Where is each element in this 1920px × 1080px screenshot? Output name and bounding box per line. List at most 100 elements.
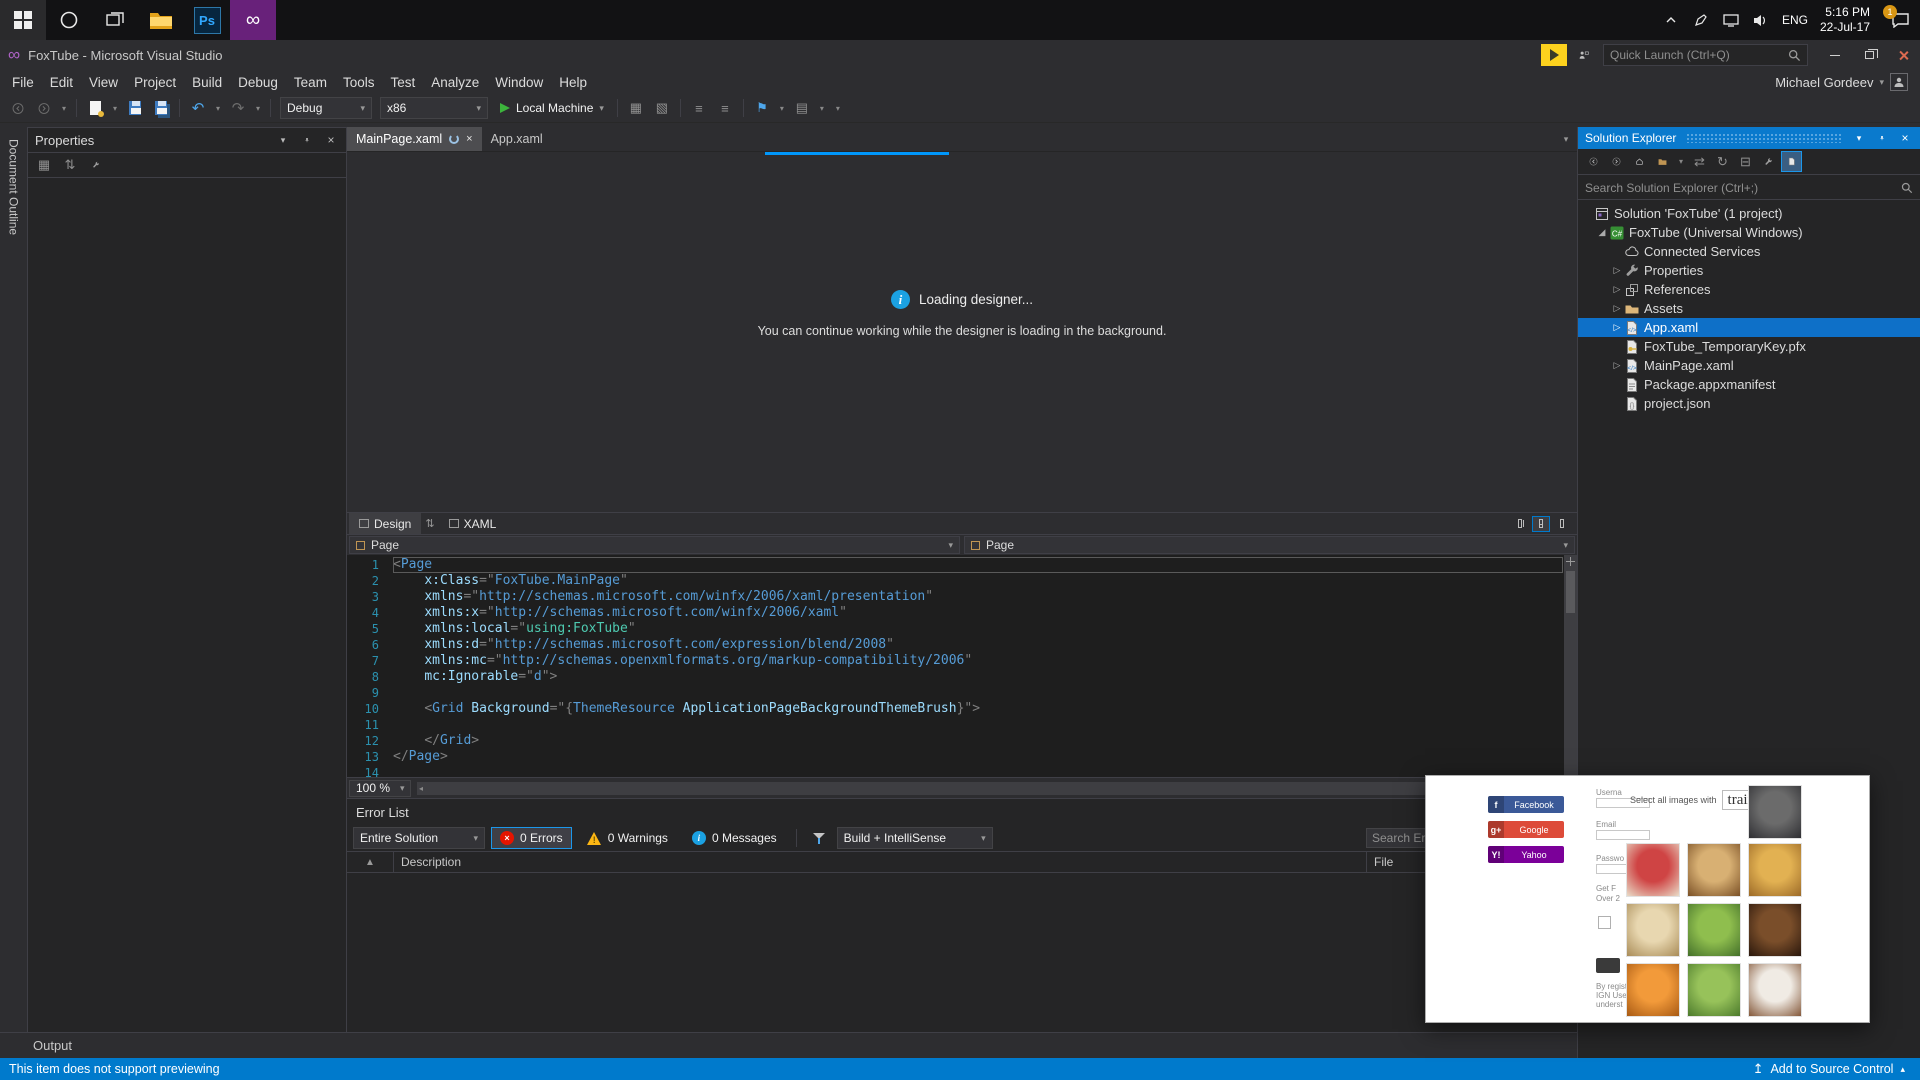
task-view-button[interactable] bbox=[92, 0, 138, 40]
code-line[interactable]: 9 bbox=[347, 685, 1577, 701]
undo-button[interactable]: ↶ bbox=[186, 96, 210, 120]
action-center-button[interactable]: 1 bbox=[1880, 0, 1920, 40]
se-collapse-all-button[interactable]: ⊟ bbox=[1735, 151, 1756, 172]
tray-display-button[interactable] bbox=[1716, 0, 1746, 40]
description-column-header[interactable]: Description bbox=[393, 852, 1366, 872]
file-explorer-button[interactable] bbox=[138, 0, 184, 40]
captcha-tile-coffee-beans[interactable] bbox=[1748, 903, 1802, 957]
errors-filter-button[interactable]: × 0 Errors bbox=[491, 827, 572, 849]
comment-button[interactable]: ▤ bbox=[790, 96, 814, 120]
menu-item-project[interactable]: Project bbox=[126, 70, 184, 94]
start-button[interactable] bbox=[0, 0, 46, 40]
code-line[interactable]: 1 <Page bbox=[347, 557, 1577, 573]
captcha-tile-orange-fruit[interactable] bbox=[1626, 963, 1680, 1017]
messages-filter-button[interactable]: i 0 Messages bbox=[683, 827, 786, 849]
horizontal-split-button[interactable] bbox=[1532, 515, 1550, 532]
window-position-dropdown[interactable]: ▾ bbox=[275, 132, 291, 148]
language-indicator[interactable]: ENG bbox=[1776, 0, 1814, 40]
se-refresh-button[interactable]: ↻ bbox=[1712, 151, 1733, 172]
collapsed-arrow-icon[interactable]: ▷ bbox=[1610, 360, 1624, 371]
code-line[interactable]: 14 bbox=[347, 765, 1577, 777]
menu-item-build[interactable]: Build bbox=[184, 70, 230, 94]
undo-dropdown[interactable]: ▾ bbox=[212, 96, 224, 120]
close-button[interactable] bbox=[1886, 40, 1920, 70]
redo-dropdown[interactable]: ▾ bbox=[252, 96, 264, 120]
vertical-split-button[interactable] bbox=[1511, 516, 1529, 532]
menu-item-debug[interactable]: Debug bbox=[230, 70, 286, 94]
navigation-dropdown[interactable]: ▾ bbox=[58, 96, 70, 120]
clock[interactable]: 5:16 PM 22-Jul-17 bbox=[1814, 0, 1880, 40]
captcha-tile-salad[interactable] bbox=[1687, 903, 1741, 957]
collapse-pane-button[interactable] bbox=[1553, 516, 1571, 532]
output-panel-tab[interactable]: Output bbox=[0, 1032, 1577, 1058]
captcha-tile-strawberry-cake[interactable] bbox=[1626, 843, 1680, 897]
captcha-tile-pie[interactable] bbox=[1748, 843, 1802, 897]
splitter-grip[interactable] bbox=[1564, 555, 1577, 568]
code-line[interactable]: 11 bbox=[347, 717, 1577, 733]
notifications-flag-button[interactable] bbox=[1541, 44, 1567, 66]
vertical-scrollbar[interactable] bbox=[1564, 555, 1577, 777]
menu-item-tools[interactable]: Tools bbox=[335, 70, 383, 94]
close-panel-button[interactable]: × bbox=[323, 132, 339, 148]
menu-item-test[interactable]: Test bbox=[382, 70, 423, 94]
code-line[interactable]: 8 mc:Ignorable="d"> bbox=[347, 669, 1577, 685]
intellisense-filter-button[interactable] bbox=[807, 826, 831, 850]
menu-item-file[interactable]: File bbox=[4, 70, 42, 94]
breadcrumb-left-dropdown[interactable]: Page ▾ bbox=[349, 536, 960, 554]
platform-combo[interactable]: x86 ▾ bbox=[380, 97, 488, 119]
start-debugging-button[interactable]: Local Machine ▾ bbox=[493, 96, 611, 120]
breadcrumb-right-dropdown[interactable]: Page ▾ bbox=[964, 536, 1575, 554]
columns-button[interactable]: ▧ bbox=[650, 96, 674, 120]
tree-item-mainpage-xaml[interactable]: ▷ </> MainPage.xaml bbox=[1578, 356, 1920, 375]
navigate-backward-button[interactable] bbox=[6, 96, 30, 120]
tab-mainpage-xaml[interactable]: MainPage.xaml × bbox=[347, 127, 482, 151]
restore-button[interactable] bbox=[1852, 40, 1886, 70]
code-line[interactable]: 13 </Page> bbox=[347, 749, 1577, 765]
xaml-code-editor[interactable]: 1 <Page 2 x:Class="FoxTube.MainPage" 3 xmln… bbox=[347, 555, 1577, 777]
collapsed-arrow-icon[interactable]: ▷ bbox=[1610, 265, 1624, 276]
captcha-tile-train[interactable] bbox=[1748, 785, 1802, 839]
tree-item-solution-foxtube-1-project[interactable]: Solution 'FoxTube' (1 project) bbox=[1578, 204, 1920, 223]
menu-item-window[interactable]: Window bbox=[487, 70, 551, 94]
solution-explorer-search-input[interactable]: Search Solution Explorer (Ctrl+;) bbox=[1578, 176, 1920, 200]
menu-item-edit[interactable]: Edit bbox=[42, 70, 81, 94]
save-button[interactable] bbox=[123, 96, 147, 120]
menu-item-view[interactable]: View bbox=[81, 70, 126, 94]
code-line[interactable]: 2 x:Class="FoxTube.MainPage" bbox=[347, 573, 1577, 589]
scroll-left-icon[interactable]: ◂ bbox=[419, 784, 423, 793]
user-account[interactable]: Michael Gordeev ▾ bbox=[1775, 73, 1920, 91]
menu-item-analyze[interactable]: Analyze bbox=[423, 70, 487, 94]
code-line[interactable]: 3 xmlns="http://schemas.microsoft.com/wi… bbox=[347, 589, 1577, 605]
pin-button[interactable] bbox=[299, 132, 315, 148]
bookmark-button[interactable]: ⚑ bbox=[750, 96, 774, 120]
se-switch-views-dropdown[interactable]: ▾ bbox=[1675, 150, 1687, 174]
code-line[interactable]: 10 <Grid Background="{ThemeResource Appl… bbox=[347, 701, 1577, 717]
alphabetical-button[interactable]: ⇅ bbox=[60, 155, 80, 175]
collapsed-arrow-icon[interactable]: ▷ bbox=[1610, 322, 1624, 333]
tree-item-package-appxmanifest[interactable]: Package.appxmanifest bbox=[1578, 375, 1920, 394]
tree-item-connected-services[interactable]: Connected Services bbox=[1578, 242, 1920, 261]
configuration-combo[interactable]: Debug ▾ bbox=[280, 97, 372, 119]
tree-item-foxtube-temporarykey-pfx[interactable]: FoxTube_TemporaryKey.pfx bbox=[1578, 337, 1920, 356]
build-filter-combo[interactable]: Build + IntelliSense ▾ bbox=[836, 827, 993, 849]
redo-button[interactable]: ↷ bbox=[226, 96, 250, 120]
property-pages-button[interactable] bbox=[86, 155, 106, 175]
code-line[interactable]: 12 </Grid> bbox=[347, 733, 1577, 749]
code-line[interactable]: 6 xmlns:d="http://schemas.microsoft.com/… bbox=[347, 637, 1577, 653]
captcha-tile-coffee-cup[interactable] bbox=[1748, 963, 1802, 1017]
new-file-dropdown[interactable]: ▾ bbox=[109, 96, 121, 120]
severity-column-icon[interactable]: ▲ bbox=[347, 857, 393, 868]
tree-item-references[interactable]: ▷ References bbox=[1578, 280, 1920, 299]
captcha-tile-soup-bowl[interactable] bbox=[1626, 903, 1680, 957]
collapsed-arrow-icon[interactable]: ▷ bbox=[1610, 284, 1624, 295]
captcha-tile-salad-plate[interactable] bbox=[1687, 963, 1741, 1017]
tree-item-app-xaml[interactable]: ▷ </> App.xaml bbox=[1578, 318, 1920, 337]
tree-item-project-json[interactable]: {} project.json bbox=[1578, 394, 1920, 413]
bookmark-dropdown[interactable]: ▾ bbox=[776, 96, 788, 120]
se-sync-button[interactable]: ⇄ bbox=[1689, 151, 1710, 172]
tray-expand-button[interactable] bbox=[1656, 0, 1686, 40]
window-position-dropdown[interactable]: ▾ bbox=[1851, 130, 1867, 146]
collapsed-arrow-icon[interactable]: ▷ bbox=[1610, 303, 1624, 314]
se-back-button[interactable] bbox=[1583, 151, 1604, 172]
close-tab-icon[interactable]: × bbox=[466, 133, 472, 145]
